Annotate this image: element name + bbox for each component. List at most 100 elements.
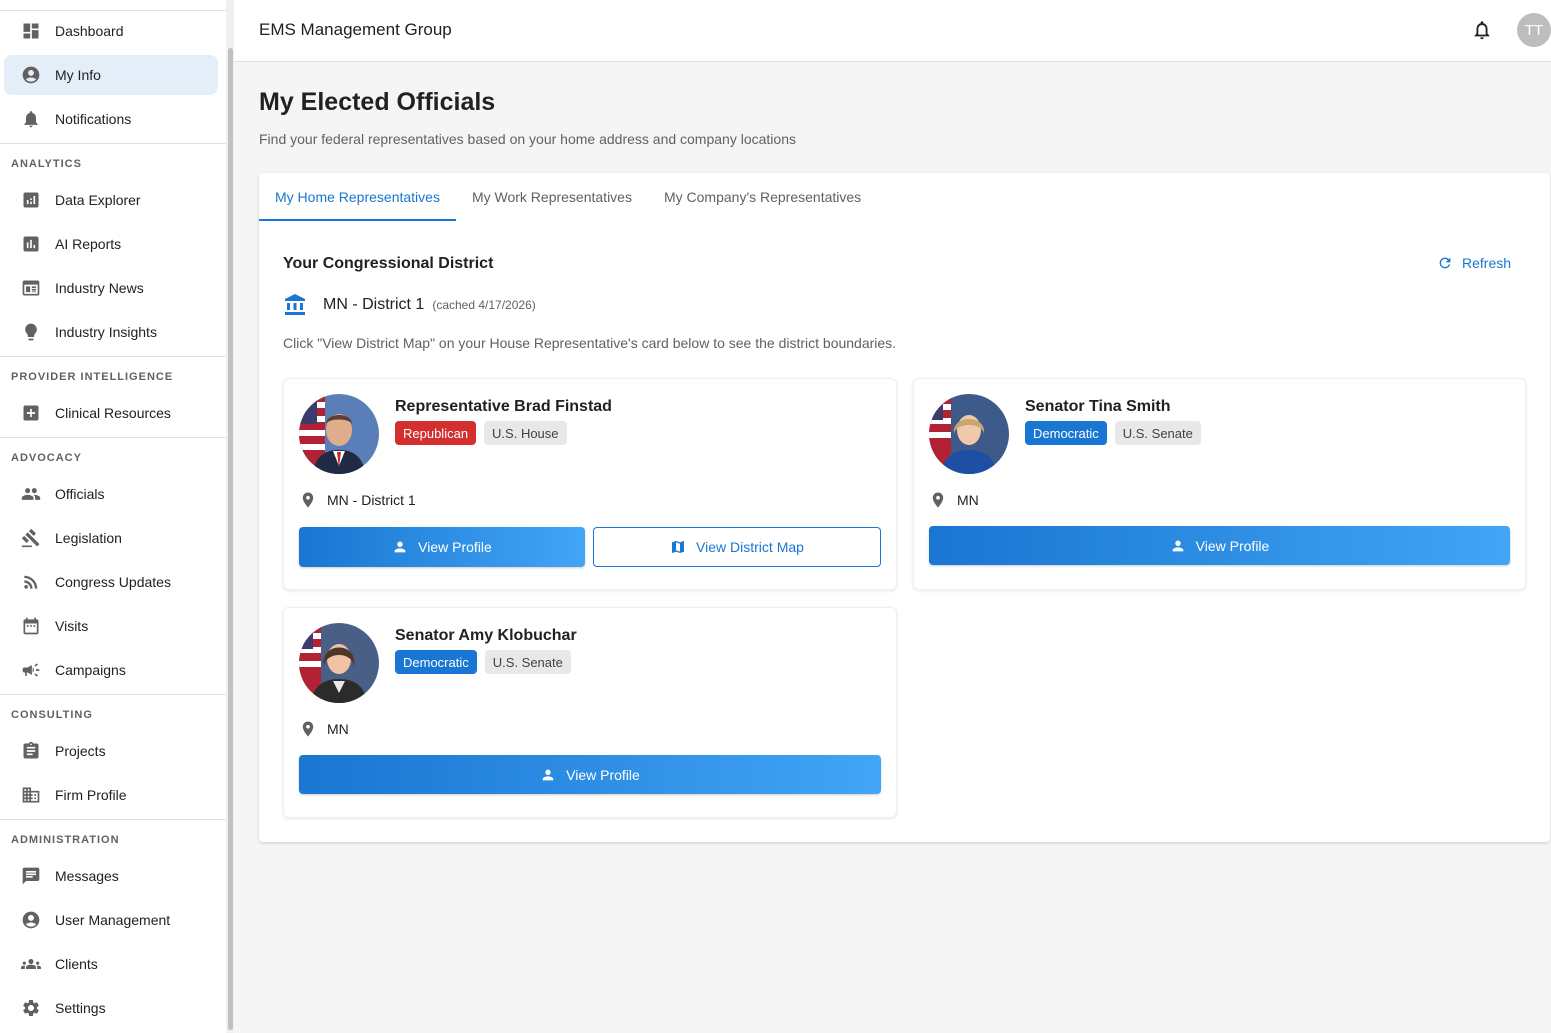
party-badge: Republican [395, 421, 477, 445]
view-profile-button[interactable]: View Profile [299, 755, 881, 794]
sidebar-item-officials[interactable]: Officials [4, 474, 218, 514]
official-photo [929, 394, 1009, 474]
top-app-bar: EMS Management Group TT [234, 0, 1551, 62]
bar-chart-icon [19, 188, 43, 212]
sidebar-item-label: Campaigns [55, 662, 126, 678]
district-heading: Your Congressional District [283, 255, 494, 272]
map-icon [672, 541, 685, 553]
sidebar-item-clinical-resources[interactable]: Clinical Resources [4, 393, 218, 433]
bell-icon [19, 107, 43, 131]
message-icon [19, 864, 43, 888]
location-pin-icon [932, 492, 944, 508]
sidebar-item-campaigns[interactable]: Campaigns [4, 650, 218, 690]
location-pin-icon [302, 721, 314, 737]
official-card: Senator Tina Smith Democratic U.S. Senat… [913, 378, 1526, 590]
account-circle-icon [19, 908, 43, 932]
sidebar-item-label: Settings [55, 1000, 106, 1016]
location-text: MN [327, 721, 349, 737]
sidebar-item-label: Congress Updates [55, 574, 171, 590]
person-icon [1172, 540, 1183, 551]
view-district-map-button[interactable]: View District Map [593, 527, 881, 567]
location-pin-icon [302, 492, 314, 508]
sidebar-item-ai-reports[interactable]: AI Reports [4, 224, 218, 264]
megaphone-icon [19, 658, 43, 682]
official-photo [299, 623, 379, 703]
sidebar-item-user-management[interactable]: User Management [4, 900, 218, 940]
sidebar-section-consulting: CONSULTING [11, 709, 93, 721]
sidebar-section-analytics: ANALYTICS [11, 158, 82, 170]
tab-company-representatives[interactable]: My Company's Representatives [648, 173, 877, 221]
organization-name: EMS Management Group [259, 20, 452, 39]
sidebar-item-settings[interactable]: Settings [4, 988, 218, 1028]
sidebar-item-label: Officials [55, 486, 105, 502]
official-card: Representative Brad Finstad Republican U… [283, 378, 897, 590]
view-profile-button[interactable]: View Profile [929, 526, 1510, 565]
building-icon [19, 783, 43, 807]
sidebar: Dashboard My Info Notifications ANALYTIC… [0, 0, 226, 1033]
sidebar-section-provider-intelligence: PROVIDER INTELLIGENCE [11, 371, 174, 383]
dashboard-icon [19, 19, 43, 43]
view-profile-button[interactable]: View Profile [299, 527, 585, 567]
official-location: MN [929, 491, 979, 509]
sidebar-item-label: Legislation [55, 530, 122, 546]
sidebar-divider [0, 694, 226, 695]
refresh-button[interactable]: Refresh [1437, 255, 1511, 271]
sidebar-item-industry-insights[interactable]: Industry Insights [4, 312, 218, 352]
sidebar-divider [0, 143, 226, 144]
lightbulb-icon [19, 320, 43, 344]
gavel-icon [19, 526, 43, 550]
official-chips: Democratic U.S. Senate [1025, 421, 1209, 445]
sidebar-item-clients[interactable]: Clients [4, 944, 218, 984]
view-profile-label: View Profile [1195, 537, 1270, 554]
location-text: MN [957, 492, 979, 508]
groups-icon [19, 952, 43, 976]
sidebar-scrollbar-thumb[interactable] [228, 48, 233, 1030]
sidebar-item-visits[interactable]: Visits [4, 606, 218, 646]
calendar-icon [19, 614, 43, 638]
official-photo [299, 394, 379, 474]
sidebar-section-advocacy: ADVOCACY [11, 452, 82, 464]
view-profile-label: View Profile [418, 539, 492, 555]
user-avatar[interactable]: TT [1517, 13, 1551, 47]
sidebar-divider [0, 356, 226, 357]
sidebar-item-notifications[interactable]: Notifications [4, 99, 218, 139]
rss-icon [19, 570, 43, 594]
people-icon [19, 482, 43, 506]
sidebar-item-label: My Info [55, 67, 101, 83]
sidebar-item-label: Projects [55, 743, 106, 759]
medical-plus-icon [19, 401, 43, 425]
chamber-badge: U.S. Senate [484, 650, 571, 674]
chart-box-icon [19, 232, 43, 256]
sidebar-item-legislation[interactable]: Legislation [4, 518, 218, 558]
official-location: MN [299, 720, 349, 738]
official-name: Senator Tina Smith [1025, 398, 1171, 415]
official-chips: Democratic U.S. Senate [395, 650, 579, 674]
tab-work-representatives[interactable]: My Work Representatives [456, 173, 648, 221]
sidebar-item-data-explorer[interactable]: Data Explorer [4, 180, 218, 220]
view-district-map-label: View District Map [696, 539, 804, 555]
sidebar-item-label: Data Explorer [55, 192, 141, 208]
sidebar-item-label: Dashboard [55, 23, 124, 39]
sidebar-item-label: User Management [55, 912, 171, 928]
sidebar-item-label: Firm Profile [55, 787, 127, 803]
district-cached-date: (cached 4/17/2026) [432, 298, 536, 312]
sidebar-item-industry-news[interactable]: Industry News [4, 268, 218, 308]
official-name: Senator Amy Klobuchar [395, 627, 577, 644]
party-badge: Democratic [1025, 421, 1107, 445]
sidebar-item-projects[interactable]: Projects [4, 731, 218, 771]
chamber-badge: U.S. Senate [1114, 421, 1201, 445]
notifications-bell-icon[interactable] [1471, 18, 1493, 42]
sidebar-item-label: Clients [55, 956, 98, 972]
tab-home-representatives[interactable]: My Home Representatives [259, 173, 456, 221]
sidebar-item-congress-updates[interactable]: Congress Updates [4, 562, 218, 602]
sidebar-item-label: Messages [55, 868, 119, 884]
sidebar-item-firm-profile[interactable]: Firm Profile [4, 775, 218, 815]
sidebar-item-dashboard[interactable]: Dashboard [4, 11, 218, 51]
sidebar-item-messages[interactable]: Messages [4, 856, 218, 896]
newspaper-icon [19, 276, 43, 300]
person-icon [542, 769, 554, 780]
sidebar-item-label: Visits [55, 618, 89, 634]
clipboard-icon [19, 739, 43, 763]
sidebar-divider [0, 819, 226, 820]
sidebar-item-my-info[interactable]: My Info [4, 55, 218, 95]
